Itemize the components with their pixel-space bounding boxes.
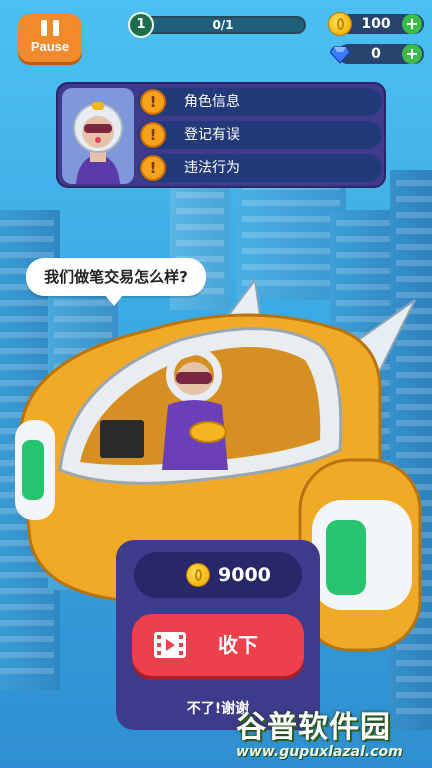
info-row-registration[interactable]: ! 登记有误 [138,121,382,149]
coin-icon [186,563,210,587]
character-info-panel: ! 角色信息 ! 登记有误 ! 违法行为 [56,82,386,188]
info-row-character[interactable]: ! 角色信息 [138,88,382,116]
character-portrait [62,88,134,184]
info-row-violation[interactable]: ! 违法行为 [138,154,382,182]
warning-icon: ! [140,155,166,181]
watermark: 谷普软件园 www.gupuxlazal.com [236,700,430,766]
watermark-url: www.gupuxlazal.com [236,744,403,760]
speech-bubble: 我们做笔交易怎么样? [26,258,206,306]
accept-label: 收下 [218,633,258,657]
level-badge: 1 [128,12,154,38]
warning-icon: ! [140,122,166,148]
warning-icon: ! [140,89,166,115]
info-row-label: 违法行为 [184,160,240,176]
coin-counter: 100 + [328,12,424,36]
gem-value: 0 [371,46,381,62]
pause-button[interactable]: Pause [18,14,82,62]
accept-button[interactable]: 收下 [132,614,304,676]
pause-icon [41,20,59,36]
coin-icon [328,12,352,36]
level-progress: 0/1 1 [128,12,306,38]
reward-amount: 9000 [134,552,302,598]
gem-counter: 0 + [328,42,424,66]
coin-value: 100 [361,16,391,32]
reward-value: 9000 [218,564,271,586]
pause-label: Pause [30,39,70,54]
gem-icon [330,46,350,64]
progress-text: 0/1 [212,18,234,32]
info-row-label: 登记有误 [184,127,240,143]
add-gems-button[interactable]: + [402,44,422,64]
info-row-label: 角色信息 [184,94,240,110]
add-coins-button[interactable]: + [402,14,422,34]
watermark-title: 谷普软件园 [236,710,391,745]
video-icon [154,632,186,658]
